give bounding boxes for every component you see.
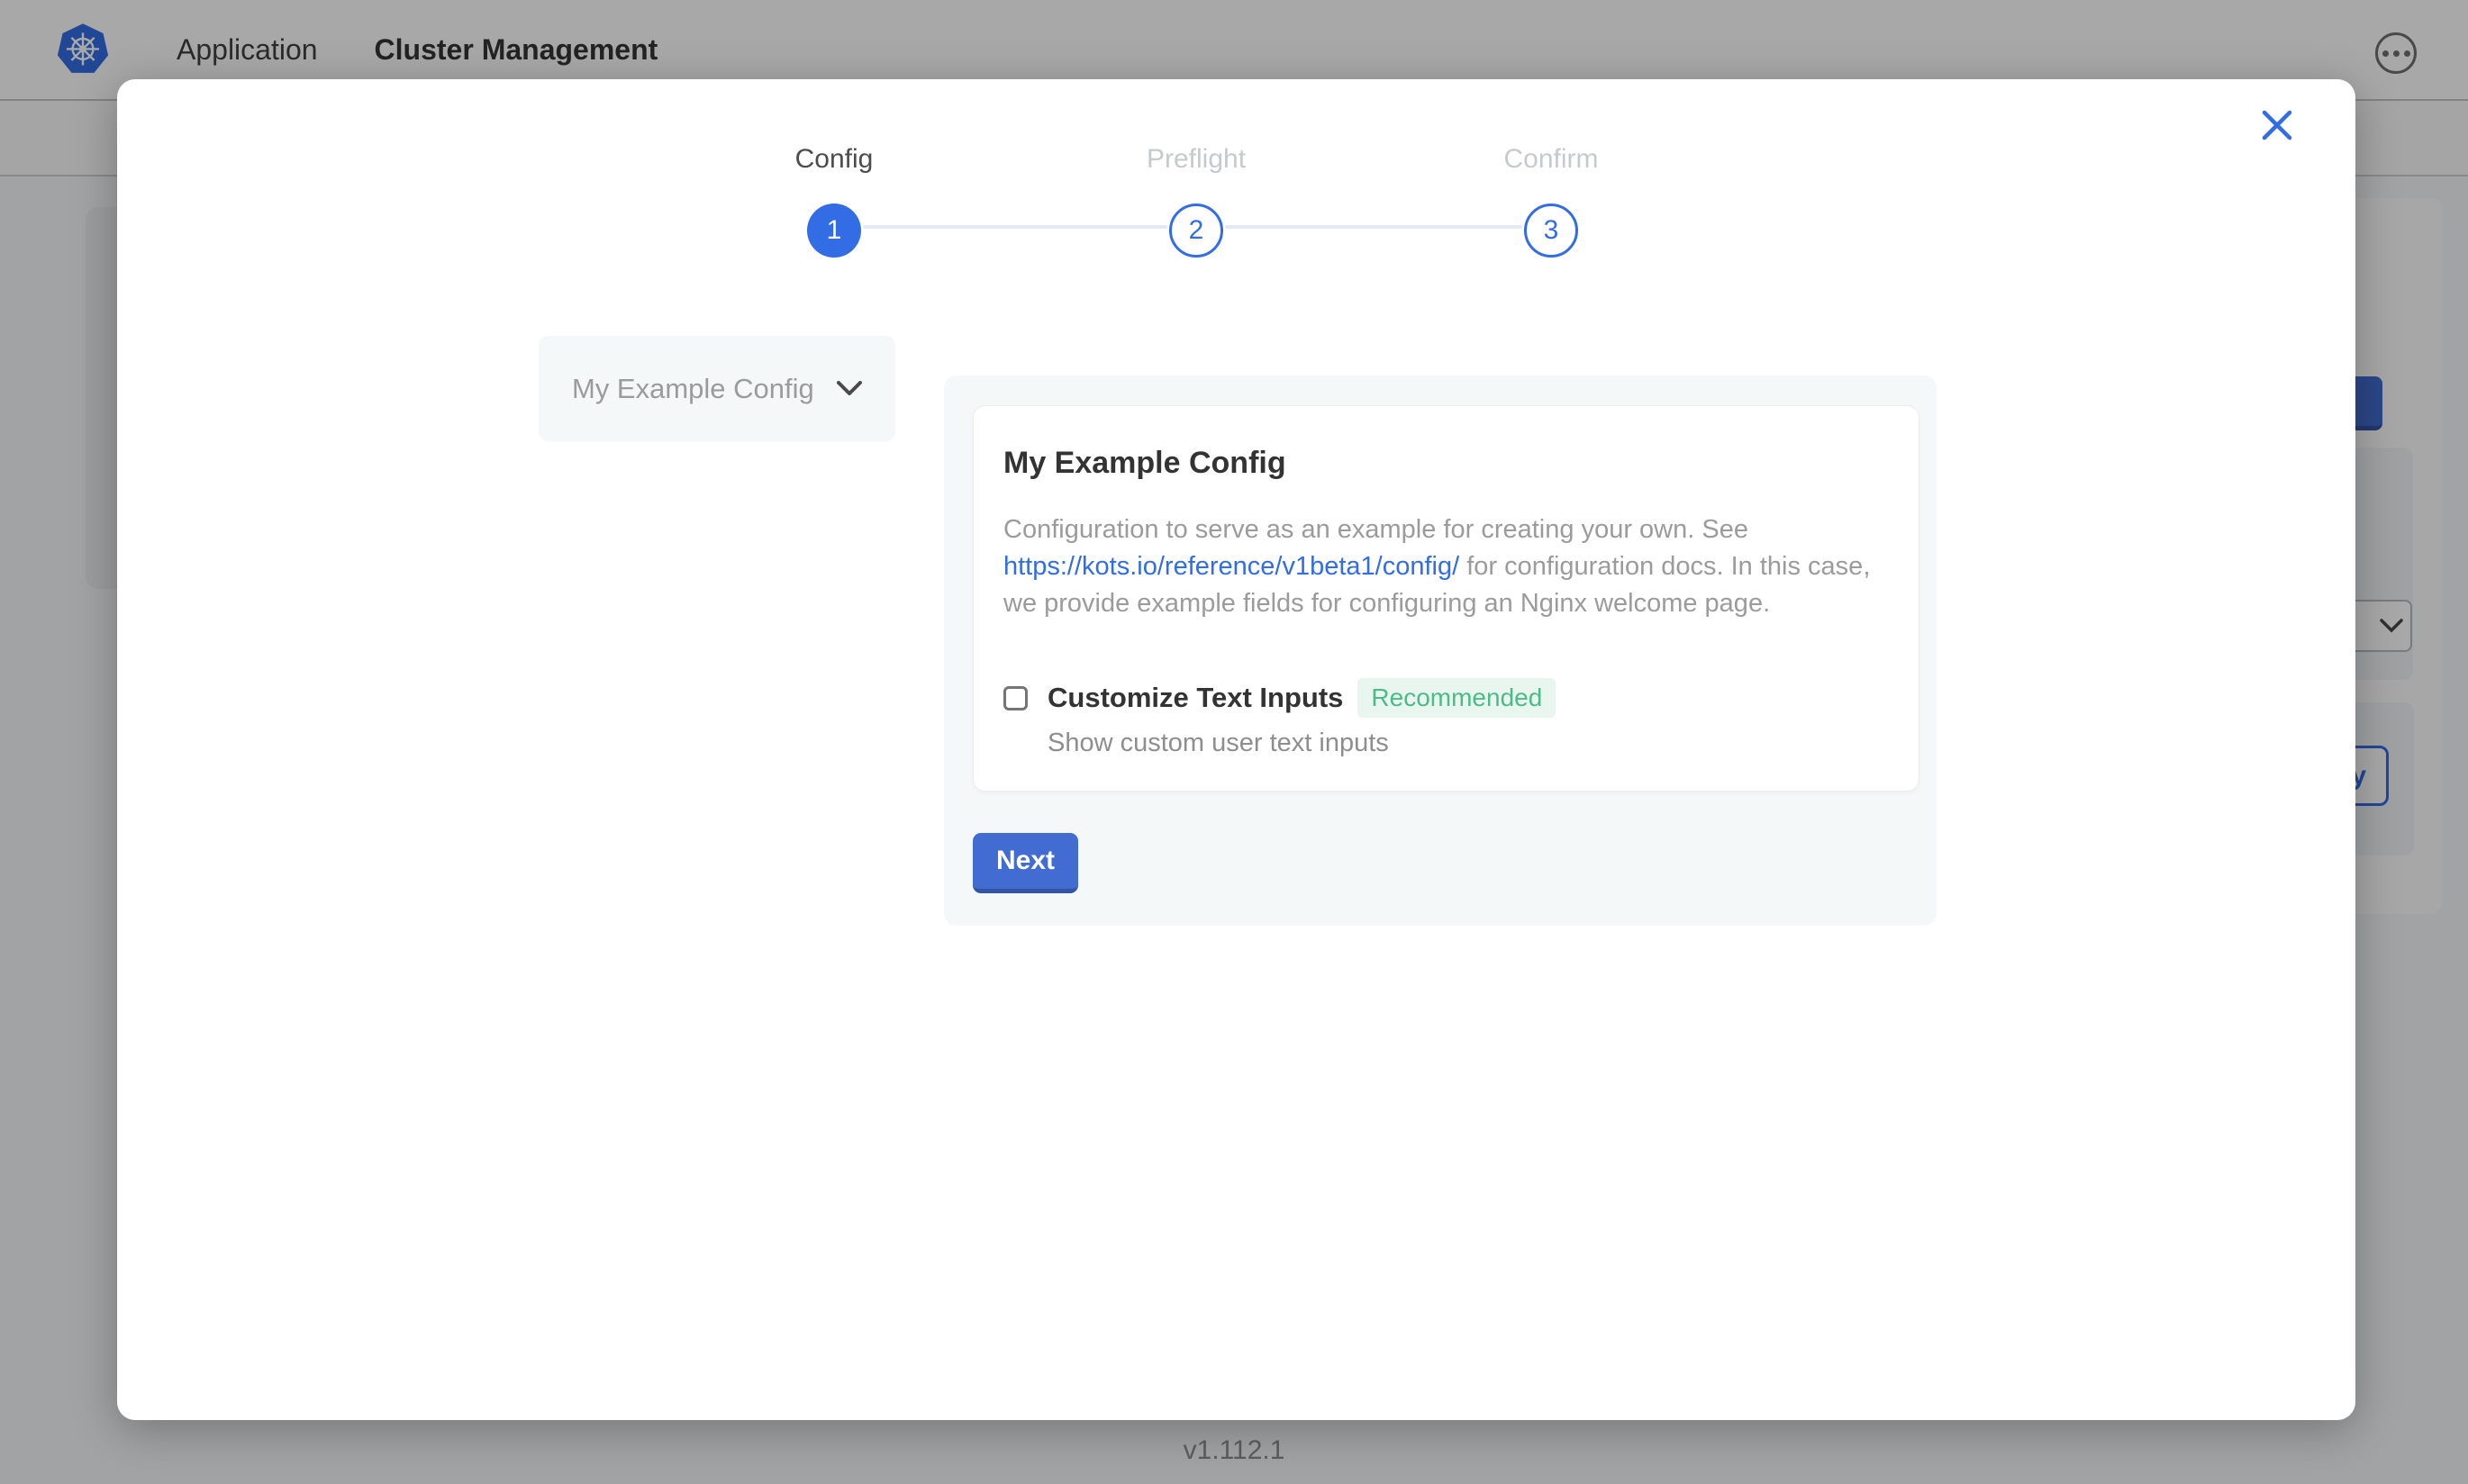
config-docs-link[interactable]: https://kots.io/reference/v1beta1/config… xyxy=(1003,552,1459,581)
recommended-badge: Recommended xyxy=(1357,678,1556,718)
stepper-step-confirm: Confirm 3 xyxy=(1452,144,1650,258)
next-button[interactable]: Next xyxy=(973,833,1078,893)
description-text: we provide example fields for configurin… xyxy=(1003,589,1770,618)
kots-admin-console: Application Cluster Management 0 y v1.11… xyxy=(0,0,2468,1484)
config-group-title: My Example Config xyxy=(1003,446,1883,481)
config-group-selector[interactable]: My Example Config xyxy=(539,336,895,441)
description-text: for configuration docs. In this case, xyxy=(1459,552,1870,581)
config-wizard-modal: Config 1 Preflight 2 Confirm 3 My Exampl… xyxy=(117,79,2355,1420)
close-icon[interactable] xyxy=(2257,106,2297,146)
step-label: Preflight xyxy=(1097,144,1295,175)
customize-text-inputs-label[interactable]: Customize Text Inputs xyxy=(1048,682,1343,714)
config-group-card: My Example Config Configuration to serve… xyxy=(973,405,1919,792)
step-circle[interactable]: 1 xyxy=(807,204,861,258)
config-group-selector-label: My Example Config xyxy=(572,373,814,405)
stepper-step-preflight: Preflight 2 xyxy=(1097,144,1295,258)
step-label: Confirm xyxy=(1452,144,1650,175)
chevron-down-icon xyxy=(836,380,863,397)
config-group-description: Configuration to serve as an example for… xyxy=(1003,511,1883,622)
description-text: Configuration to serve as an example for… xyxy=(1003,515,1748,544)
customize-text-inputs-checkbox[interactable] xyxy=(1003,686,1028,710)
step-circle[interactable]: 3 xyxy=(1524,204,1578,258)
step-label: Config xyxy=(735,144,933,175)
customize-text-inputs-row: Customize Text Inputs Recommended xyxy=(1003,678,1883,718)
config-panel: My Example Config Configuration to serve… xyxy=(944,376,1937,926)
step-circle[interactable]: 2 xyxy=(1169,204,1223,258)
customize-text-inputs-help: Show custom user text inputs xyxy=(1048,728,1883,758)
stepper-step-config: Config 1 xyxy=(735,144,933,258)
